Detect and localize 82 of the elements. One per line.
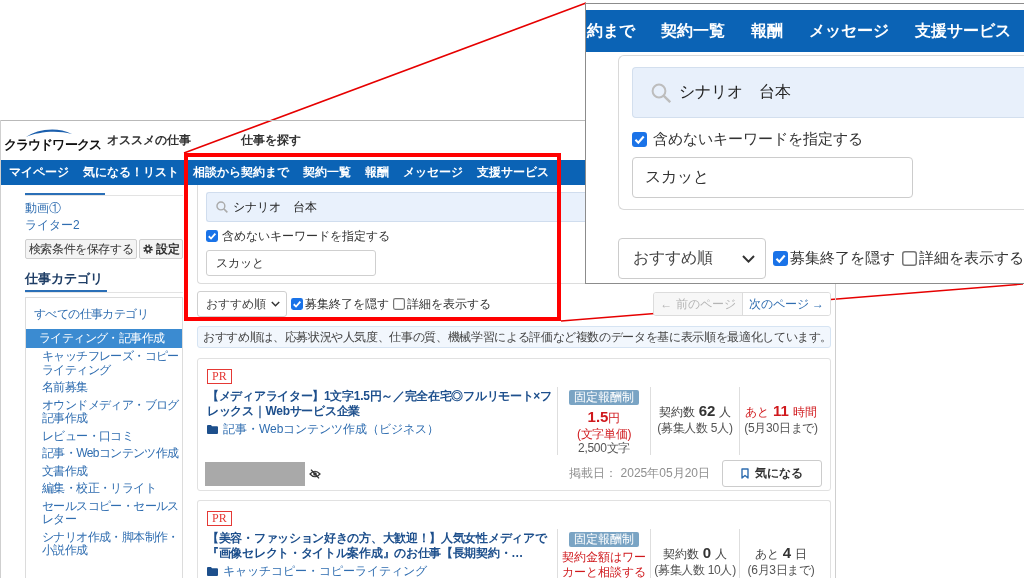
bookmark-icon (741, 468, 749, 479)
recruit-count: (募集人数 10人) (654, 563, 736, 577)
nav-link[interactable]: メッセージ (809, 20, 889, 42)
sort-select[interactable]: おすすめ順 (618, 238, 766, 279)
job-title-link[interactable]: 【メディアライター】1文字1.5円～／完全在宅◎フルリモート×フレックス｜Webサービス企業 (207, 389, 553, 419)
deadline-text: あと 11 時間 (745, 402, 817, 421)
checkbox[interactable] (902, 251, 917, 266)
search-field[interactable]: シナリオ 台本 (206, 192, 585, 222)
category-item[interactable]: シナリオ作成・脚本制作・小説作成 (26, 528, 182, 560)
exclude-keyword-field[interactable]: スカッと (632, 157, 913, 198)
category-item[interactable]: レビュー・口コミ (26, 427, 182, 445)
category-item[interactable]: ライティング・記事作成 (26, 329, 182, 348)
character-count: 2,500文字 (578, 441, 630, 455)
folder-icon (207, 425, 218, 434)
category-item[interactable]: 名前募集 (26, 379, 182, 397)
save-search-button[interactable]: 検索条件を保存する (25, 239, 137, 259)
job-category-link[interactable]: キャッチコピー・コピーライティング (207, 564, 427, 578)
category-item[interactable]: セールスコピー・セールスレター (26, 497, 182, 529)
checkbox[interactable] (632, 131, 647, 147)
search-field[interactable]: シナリオ 台本 (632, 67, 1024, 118)
price-note: (文字単価) (576, 427, 632, 441)
watch-button[interactable]: 気になる (722, 460, 822, 487)
sort-notice: おすすめ順は、応募状況や人気度、仕事の質、機械学習による評価など複数のデータを基に表示順を最適化しています。 (197, 326, 831, 348)
nav-link[interactable]: 契約一覧 (661, 20, 725, 42)
nav-link[interactable]: 気になる！リスト (83, 164, 179, 181)
folder-icon (207, 567, 218, 576)
pay-type-badge: 固定報酬制 (569, 390, 639, 405)
settings-icon (142, 244, 153, 254)
saved-search-link[interactable]: ライター2 (25, 217, 80, 234)
nav-link[interactable]: 報酬 (365, 164, 389, 181)
nav-link[interactable]: 支援サービス (477, 164, 549, 181)
category-item[interactable]: 文書作成 (26, 462, 182, 480)
checkbox-label[interactable]: 募集終了を隠す (790, 249, 895, 268)
category-item[interactable]: 記事・Webコンテンツ作成 (26, 445, 182, 463)
deadline-date: (6月3日まで) (747, 563, 815, 577)
logo-text[interactable]: クラウドワークス (4, 137, 101, 153)
checkbox[interactable] (291, 298, 303, 310)
chevron-down-icon (271, 301, 280, 307)
checkbox-label[interactable]: 詳細を表示する (919, 249, 1024, 268)
nav-link[interactable]: 相談から契約まで (193, 164, 289, 181)
nav-link[interactable]: 契約一覧 (303, 164, 351, 181)
contract-count: 契約数 0 人 (662, 544, 728, 563)
category-item[interactable]: すべての仕事カテゴリ (26, 307, 182, 321)
saved-search-link[interactable]: 動画① (25, 200, 61, 217)
nav-link[interactable]: 報酬 (751, 20, 783, 42)
checkbox-label[interactable]: 含めないキーワードを指定する (653, 129, 863, 149)
pagination-button[interactable]: 次のページ → (741, 293, 830, 315)
job-title-link[interactable]: 【美容・ファッション好きの方、大歓迎！】人気女性メディアで『画像セレクト・タイトル案作成』のお仕事【長期契約・… (207, 531, 553, 561)
search-icon (216, 201, 228, 213)
exclude-keyword-field[interactable]: スカッと (206, 250, 376, 276)
pr-badge: PR (207, 511, 232, 526)
recruit-count: (募集人数 5人) (657, 421, 733, 435)
chevron-down-icon (742, 254, 755, 263)
header-link[interactable]: オススメの仕事 (107, 132, 191, 149)
category-item[interactable]: 編集・校正・リライト (26, 480, 182, 498)
checkbox-label[interactable]: 募集終了を隠す (305, 295, 389, 313)
nav-link[interactable]: メッセージ (403, 164, 463, 181)
checkbox-label[interactable]: 詳細を表示する (407, 295, 491, 313)
contract-count: 契約数 62 人 (658, 402, 732, 421)
deadline-text: あと 4 日 (754, 544, 808, 563)
nav-link[interactable]: 約まで (587, 20, 635, 42)
posted-date: 掲載日： 2025年05月20日 (569, 465, 710, 482)
search-icon (651, 82, 671, 103)
pr-badge: PR (207, 369, 232, 384)
checkbox-label[interactable]: 含めないキーワードを指定する (222, 227, 390, 245)
checkbox[interactable] (773, 251, 788, 266)
settings-button[interactable]: 設定 (139, 239, 183, 259)
price-text: 1.5円 (587, 408, 621, 427)
checkbox[interactable] (206, 230, 218, 242)
header-link[interactable]: 仕事を探す (241, 132, 301, 149)
price-text: 契約金額はワーカーと相談する (561, 550, 647, 578)
pay-type-badge: 固定報酬制 (569, 532, 639, 547)
category-heading: 仕事カテゴリ (25, 271, 103, 287)
checkbox[interactable] (393, 298, 405, 310)
category-item[interactable]: オウンドメディア・ブログ記事作成 (26, 396, 182, 428)
sort-select[interactable]: おすすめ順 (197, 291, 287, 317)
job-category-link[interactable]: 記事・Webコンテンツ作成（ビジネス） (207, 422, 440, 437)
deadline-date: (5月30日まで) (744, 421, 818, 435)
category-item[interactable]: キャッチフレーズ・コピーライティング (26, 348, 182, 379)
eye-slash-icon[interactable] (309, 468, 321, 479)
nav-link[interactable]: 支援サービス (915, 20, 1011, 42)
nav-link[interactable]: マイページ (9, 164, 69, 181)
